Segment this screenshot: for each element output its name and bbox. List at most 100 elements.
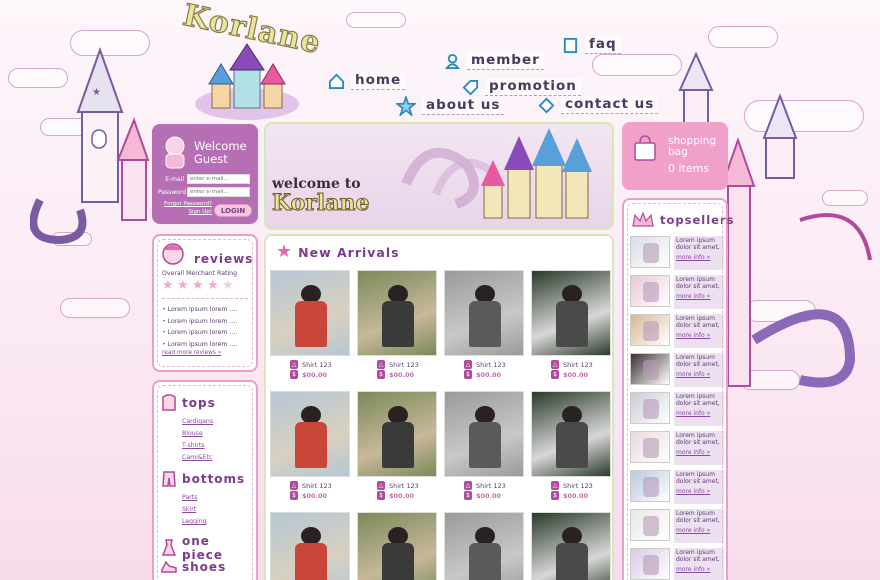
- topseller-item[interactable]: Lorem ipsum dolor sit amet, more info »: [630, 314, 726, 352]
- category-link[interactable]: Parts: [182, 492, 207, 504]
- product-name[interactable]: Shirt 123: [563, 482, 613, 490]
- category-link[interactable]: Legging: [182, 516, 207, 528]
- login-button[interactable]: LOGIN: [214, 204, 252, 217]
- product-image[interactable]: [531, 512, 611, 580]
- product-card[interactable]: △ Shirt 123 $ $00.00: [357, 391, 439, 500]
- product-name[interactable]: Shirt 123: [476, 361, 526, 369]
- product-image[interactable]: [270, 512, 350, 580]
- product-image[interactable]: [357, 512, 437, 580]
- product-card[interactable]: △ Shirt 123 $ $00.00: [444, 391, 526, 500]
- nav-about[interactable]: about us: [396, 96, 505, 116]
- product-card[interactable]: △ Shirt 123 $ $00.00: [270, 391, 352, 500]
- review-item[interactable]: Lorem ipsum lorem ....: [162, 327, 238, 339]
- topseller-thumbnail[interactable]: [630, 470, 670, 502]
- contact-icon: [538, 97, 555, 113]
- more-info-link[interactable]: more info »: [676, 449, 722, 456]
- topseller-thumbnail[interactable]: [630, 431, 670, 463]
- topseller-line: dolor sit amet,: [676, 556, 720, 564]
- product-card[interactable]: [270, 512, 352, 580]
- product-card[interactable]: [531, 512, 613, 580]
- topseller-text: Lorem ipsum dolor sit amet, more info »: [674, 548, 724, 580]
- review-item[interactable]: Lorem ipsum lorem ....: [162, 316, 238, 328]
- product-image[interactable]: [531, 270, 611, 356]
- topseller-item[interactable]: Lorem ipsum dolor sit amet, more info »: [630, 470, 726, 508]
- topseller-item[interactable]: Lorem ipsum dolor sit amet, more info »: [630, 353, 726, 391]
- product-name[interactable]: Shirt 123: [389, 361, 439, 369]
- category-tops[interactable]: tops: [160, 394, 216, 412]
- topseller-item[interactable]: Lorem ipsum dolor sit amet, more info »: [630, 275, 726, 313]
- product-image[interactable]: [444, 391, 524, 477]
- shopping-bag-panel[interactable]: shopping bag 0 items: [622, 122, 728, 190]
- category-link[interactable]: Cardigans: [182, 416, 213, 428]
- topseller-thumbnail[interactable]: [630, 509, 670, 541]
- sign-up-link[interactable]: Sign Up!: [158, 208, 212, 216]
- nav-faq[interactable]: faq: [562, 36, 621, 54]
- bag-label: bag: [668, 146, 688, 158]
- topseller-thumbnail[interactable]: [630, 314, 670, 346]
- category-link[interactable]: Cami&Etc: [182, 452, 213, 464]
- topseller-item[interactable]: Lorem ipsum dolor sit amet, more info »: [630, 392, 726, 430]
- product-card[interactable]: [444, 512, 526, 580]
- product-image[interactable]: [357, 391, 437, 477]
- product-name[interactable]: Shirt 123: [476, 482, 526, 490]
- category-shoes[interactable]: shoes: [160, 558, 226, 576]
- topseller-thumbnail[interactable]: [630, 548, 670, 580]
- password-field[interactable]: [187, 187, 250, 197]
- product-card[interactable]: △ Shirt 123 $ $00.00: [270, 270, 352, 379]
- product-image[interactable]: [270, 270, 350, 356]
- topseller-item[interactable]: Lorem ipsum dolor sit amet, more info »: [630, 236, 726, 274]
- topseller-thumbnail[interactable]: [630, 353, 670, 385]
- product-card[interactable]: △ Shirt 123 $ $00.00: [444, 270, 526, 379]
- email-field[interactable]: [187, 174, 250, 184]
- forgot-password-link[interactable]: Forgot Password?: [158, 200, 212, 208]
- product-card[interactable]: △ Shirt 123 $ $00.00: [531, 270, 613, 379]
- more-info-link[interactable]: more info »: [676, 566, 722, 573]
- topseller-line: Lorem ipsum: [676, 471, 715, 478]
- product-image[interactable]: [531, 391, 611, 477]
- topseller-item[interactable]: Lorem ipsum dolor sit amet, more info »: [630, 509, 726, 547]
- product-price: $00.00: [563, 491, 589, 500]
- nav-promotion[interactable]: promotion: [462, 78, 581, 96]
- welcome-banner[interactable]: welcome to Korlane: [264, 122, 614, 230]
- nav-member[interactable]: member: [444, 52, 544, 70]
- product-card[interactable]: △ Shirt 123 $ $00.00: [531, 391, 613, 500]
- product-name[interactable]: Shirt 123: [389, 482, 439, 490]
- more-info-link[interactable]: more info »: [676, 332, 722, 339]
- nav-home[interactable]: home: [328, 72, 406, 90]
- topseller-item[interactable]: Lorem ipsum dolor sit amet, more info »: [630, 431, 726, 469]
- more-info-link[interactable]: more info »: [676, 410, 722, 417]
- site-logo[interactable]: Korlane: [172, 0, 325, 120]
- read-more-reviews-link[interactable]: read more reviews »: [162, 350, 221, 356]
- category-link[interactable]: Blouse: [182, 428, 213, 440]
- category-link[interactable]: Skirt: [182, 504, 207, 516]
- topseller-thumbnail[interactable]: [630, 275, 670, 307]
- review-item[interactable]: Lorem ipsum lorem ....: [162, 304, 238, 316]
- category-bottoms[interactable]: bottoms: [160, 470, 245, 488]
- topseller-thumbnail[interactable]: [630, 236, 670, 268]
- product-name[interactable]: Shirt 123: [563, 361, 613, 369]
- star-icon: ★: [192, 278, 204, 293]
- product-name[interactable]: Shirt 123: [302, 482, 352, 490]
- topseller-item[interactable]: Lorem ipsum dolor sit amet, more info »: [630, 548, 726, 580]
- product-image[interactable]: [444, 512, 524, 580]
- product-image[interactable]: [270, 391, 350, 477]
- category-link[interactable]: T-shirts: [182, 440, 213, 452]
- product-image[interactable]: [357, 270, 437, 356]
- more-info-link[interactable]: more info »: [676, 293, 722, 300]
- welcome-title: Welcome Guest: [194, 140, 247, 166]
- more-info-link[interactable]: more info »: [676, 527, 722, 534]
- topseller-line: dolor sit amet,: [676, 478, 720, 486]
- product-card[interactable]: △ Shirt 123 $ $00.00: [357, 270, 439, 379]
- product-card[interactable]: [357, 512, 439, 580]
- nav-contact[interactable]: contact us: [538, 96, 659, 114]
- topseller-thumbnail[interactable]: [630, 392, 670, 424]
- more-info-link[interactable]: more info »: [676, 254, 722, 261]
- topseller-line: dolor sit amet,: [676, 244, 720, 252]
- more-info-link[interactable]: more info »: [676, 371, 722, 378]
- cloud-decoration: [346, 12, 406, 28]
- product-name[interactable]: Shirt 123: [302, 361, 352, 369]
- more-info-link[interactable]: more info »: [676, 488, 722, 495]
- product-image[interactable]: [444, 270, 524, 356]
- topseller-text: Lorem ipsum dolor sit amet, more info »: [674, 470, 724, 504]
- review-item[interactable]: Lorem ipsum lorem ....: [162, 339, 238, 351]
